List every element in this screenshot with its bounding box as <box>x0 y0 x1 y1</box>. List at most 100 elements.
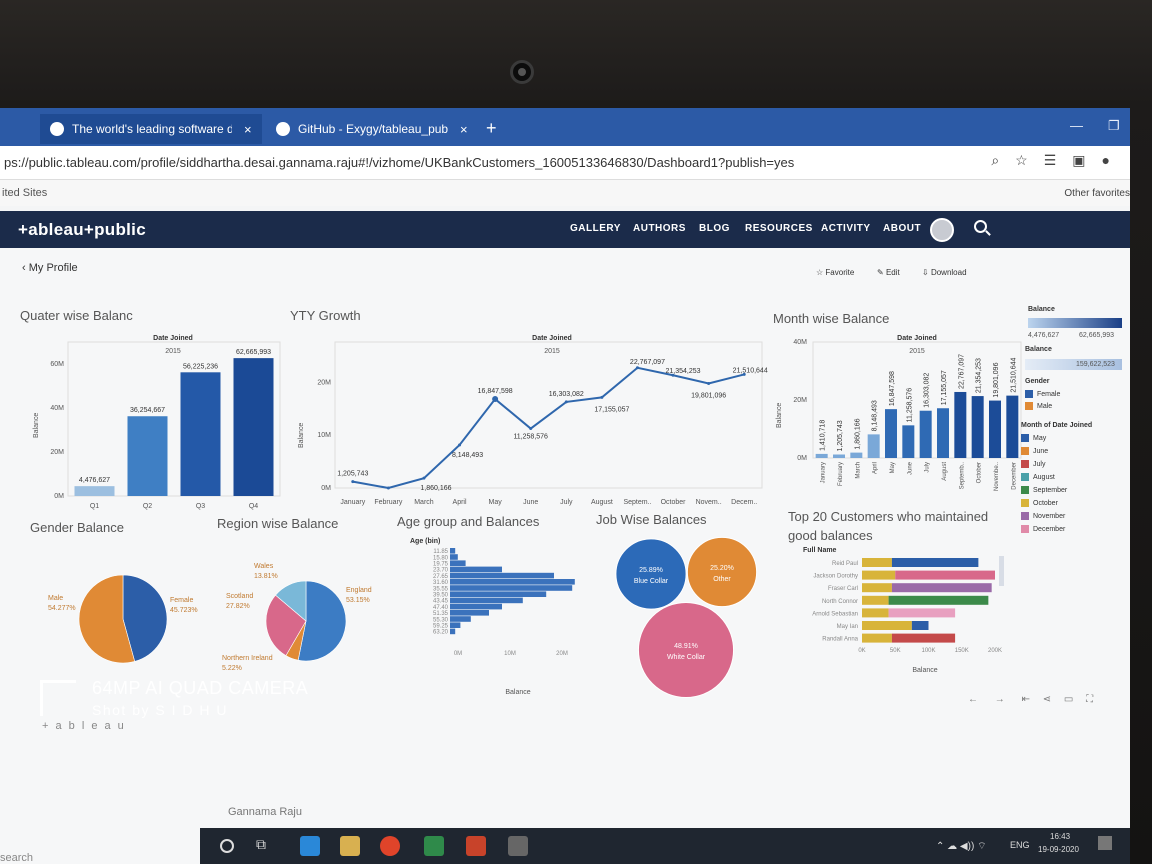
legend-item-september[interactable]: September <box>1021 486 1067 494</box>
nav-blog[interactable]: BLOG <box>699 223 730 234</box>
axis-label: Balance <box>776 403 783 428</box>
excel-icon[interactable] <box>424 836 444 856</box>
tray-icons[interactable]: ⌃ ☁ ◀)) ⌔ <box>936 840 986 853</box>
x-tick-label: October <box>977 462 983 483</box>
top20-bar-chart[interactable]: Full Name Balance Reid Paul Jackson Dorot… <box>790 542 1020 682</box>
search-icon[interactable] <box>974 220 987 233</box>
legend-swatch <box>1021 434 1029 442</box>
axis-label: Balance <box>33 413 40 438</box>
legend-item-female[interactable]: Female <box>1025 390 1060 398</box>
legend-label: December <box>1033 525 1066 533</box>
gender-pie-chart[interactable]: Female 45.723% Male 54.277% <box>20 538 220 688</box>
app-icon[interactable] <box>508 836 528 856</box>
month-bar-chart[interactable]: Date Joined 2015 Balance 0M 20M 40M 1,410,7… <box>773 328 1023 518</box>
x-tick-label: August <box>942 462 948 481</box>
tableau-public-logo[interactable]: +ableau+public <box>18 220 146 240</box>
tab-close-icon[interactable]: × <box>244 122 252 137</box>
url-text[interactable]: ps://public.tableau.com/profile/siddhart… <box>0 155 794 170</box>
y-tick-label: May Ian <box>837 624 858 630</box>
job-bubble-chart[interactable]: 25.89% Blue Collar 25.20% Other 48.91% White … <box>600 528 780 708</box>
balance-color-ramp <box>1028 318 1122 328</box>
clock-date[interactable]: 19-09-2020 <box>1038 845 1079 854</box>
comment-icon[interactable]: ▭ <box>1064 694 1073 705</box>
favorite-button[interactable]: ☆ Favorite <box>816 268 854 277</box>
data-label: 16,847,598 <box>478 388 513 395</box>
region-pie-chart[interactable]: England 53.15% Northern Ireland 5.22% Scotla… <box>210 538 400 698</box>
y-tick-label: 15.80 <box>433 555 449 561</box>
share-icon[interactable]: ⋖ <box>1043 694 1051 705</box>
y-tick-label: Reid Paul <box>832 561 858 567</box>
undo-icon[interactable]: ← <box>968 694 978 705</box>
taskbar-search[interactable]: search <box>0 852 33 864</box>
windows-taskbar: ⧉ ⌃ ☁ ◀)) ⌔ ENG 16:43 19-09-2020 <box>200 828 1130 864</box>
legend-item-july[interactable]: July <box>1021 460 1045 468</box>
nav-resources[interactable]: RESOURCES <box>745 223 813 234</box>
back-link[interactable]: ‹ My Profile <box>22 262 78 274</box>
axis-label: Balance <box>298 423 305 448</box>
minimize-icon[interactable]: — <box>1070 118 1083 133</box>
legend-item-august[interactable]: August <box>1021 473 1055 481</box>
chart-header: Date Joined <box>897 335 937 342</box>
profile-avatar-icon[interactable]: ● <box>1102 152 1110 169</box>
data-label: 17,155,057 <box>594 406 629 413</box>
chart-year: 2015 <box>909 348 925 355</box>
data-point <box>458 443 462 447</box>
y-tick-label: Fraser Carl <box>828 586 858 592</box>
notification-icon[interactable] <box>1098 836 1112 850</box>
viz-toolbar[interactable]: ← → ⇤ ⋖ ▭ ⛶ <box>968 694 1093 705</box>
nav-activity[interactable]: ACTIVITY <box>821 223 871 234</box>
favorites-item[interactable]: ited Sites <box>2 187 47 199</box>
legend-item-october[interactable]: October <box>1021 499 1058 507</box>
legend-item-december[interactable]: December <box>1021 525 1065 533</box>
yty-line-chart[interactable]: Date Joined 2015 Balance 0M 10M 20M 1,205,7… <box>290 328 770 518</box>
data-label: 19,801,096 <box>993 362 1000 397</box>
bar <box>450 560 466 566</box>
slice-value: 45.723% <box>170 607 198 614</box>
user-avatar[interactable] <box>930 218 954 242</box>
tableau-footer-logo[interactable]: + a b l e a u <box>42 720 126 732</box>
legend-item-june[interactable]: June <box>1021 447 1048 455</box>
legend-item-may[interactable]: May <box>1021 434 1046 442</box>
x-tick-label: May <box>890 462 896 473</box>
clock-time[interactable]: 16:43 <box>1050 832 1070 841</box>
data-point <box>600 395 604 399</box>
edit-button[interactable]: ✎ Edit <box>877 268 900 277</box>
chrome-icon[interactable] <box>380 836 400 856</box>
powerpoint-icon[interactable] <box>466 836 486 856</box>
address-bar[interactable]: ps://public.tableau.com/profile/siddhart… <box>0 146 1130 180</box>
redo-icon[interactable]: → <box>995 694 1005 705</box>
tab-close-icon[interactable]: × <box>460 122 468 137</box>
task-view-icon[interactable]: ⧉ <box>256 836 276 856</box>
legend-item-male[interactable]: Male <box>1025 402 1052 410</box>
other-favorites[interactable]: Other favorites <box>1064 188 1130 199</box>
bar-segment <box>911 621 929 630</box>
fullscreen-icon[interactable]: ⛶ <box>1086 694 1093 705</box>
favorites-list-icon[interactable]: ☰ <box>1044 152 1057 169</box>
tab-github[interactable]: GitHub - Exygy/tableau_public: × <box>266 114 482 144</box>
y-tick-label: 11.85 <box>433 549 448 555</box>
collections-icon[interactable]: ▣ <box>1072 152 1085 169</box>
revert-icon[interactable]: ⇤ <box>1022 694 1030 705</box>
new-tab-button[interactable]: + <box>486 118 497 139</box>
edge-icon[interactable] <box>300 836 320 856</box>
cortana-icon[interactable] <box>220 839 234 853</box>
nav-authors[interactable]: AUTHORS <box>633 223 686 234</box>
legend-label: August <box>1033 473 1055 481</box>
tab-software[interactable]: The world's leading software de × <box>40 114 262 144</box>
nav-about[interactable]: ABOUT <box>883 223 921 234</box>
x-tick-label: May <box>489 499 503 506</box>
star-icon[interactable]: ☆ <box>1015 152 1028 169</box>
zoom-icon[interactable]: ⌕ <box>991 152 999 169</box>
language-indicator[interactable]: ENG <box>1010 840 1030 850</box>
legend-item-november[interactable]: November <box>1021 512 1065 520</box>
data-label: 8,148,493 <box>872 400 879 431</box>
file-explorer-icon[interactable] <box>340 836 360 856</box>
quarter-bar-chart[interactable]: Date Joined 2015 Balance 0M 20M 40M 60M 4,47… <box>20 328 290 518</box>
nav-gallery[interactable]: GALLERY <box>570 223 621 234</box>
legend-swatch <box>1021 512 1029 520</box>
x-tick-label: Novembe.. <box>994 462 1000 491</box>
download-button[interactable]: ⇩ Download <box>922 268 967 277</box>
age-bar-chart[interactable]: Age (bin) Balance 11.8515.8019.7523.7027… <box>400 534 600 704</box>
bar <box>233 358 274 496</box>
maximize-icon[interactable]: ❐ <box>1108 118 1120 134</box>
